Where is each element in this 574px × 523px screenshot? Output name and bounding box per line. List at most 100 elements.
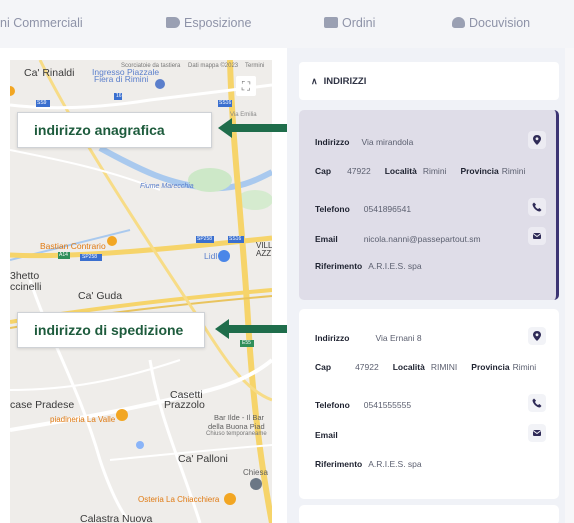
value-riferimento: A.R.I.E.S. spa (368, 261, 422, 271)
label-telefono: Telefono (315, 204, 350, 214)
tag-icon (166, 17, 180, 28)
value-provincia: Rimini (501, 166, 526, 176)
map-place-label: Ca' Rinaldi (24, 67, 75, 79)
row-cap-localita-provincia: Cap 47922 Località RIMINI Provincia Rimini (315, 362, 536, 372)
value-provincia: Rimini (512, 362, 537, 372)
email-button[interactable] (528, 424, 546, 442)
call-button[interactable] (528, 198, 546, 216)
tab-label: Ordini (342, 16, 376, 30)
map-place-label: della Buona Piad (208, 422, 265, 431)
map-place-label: Ca' Guda (78, 290, 123, 302)
map-place-label: Fiera di Rimini (94, 74, 149, 84)
value-localita: RIMINI (430, 362, 458, 372)
row-indirizzo: Indirizzo Via mirandola (315, 137, 413, 147)
tab-ordini[interactable]: Ordini (324, 16, 375, 30)
arrow-left-icon (215, 319, 293, 339)
map-place-label: Bastian Contrario (40, 241, 106, 251)
label-cap: Cap (315, 166, 332, 176)
label-localita: Località (384, 166, 417, 176)
label-provincia: Provincia (460, 166, 499, 176)
label-cap: Cap (315, 362, 332, 372)
road-label: 16 (116, 93, 122, 99)
row-riferimento: Riferimento A.R.I.E.S. spa (315, 261, 422, 271)
label-localita: Località (392, 362, 425, 372)
value-email: nicola.nanni@passepartout.sm (363, 234, 481, 244)
map-place-label: Fiume Marecchia (140, 183, 194, 190)
value-riferimento: A.R.I.E.S. spa (368, 459, 422, 469)
map-place-label: ccinelli (10, 281, 42, 293)
tab-label: ni Commerciali (0, 16, 83, 30)
map-place-label: AZZ (256, 249, 272, 258)
address-card-next[interactable] (299, 505, 559, 523)
value-indirizzo: Via mirandola (361, 137, 414, 147)
road-label: E55 (242, 340, 251, 346)
section-header-indirizzi[interactable]: ∧ INDIRIZZI (299, 62, 559, 100)
road-label: SS16 (219, 100, 232, 106)
value-cap: 47922 (355, 362, 379, 372)
callout-indirizzo-spedizione: indirizzo di spedizione (17, 312, 205, 348)
address-card-anagrafica[interactable]: Indirizzo Via mirandola Cap 47922 Località R… (299, 110, 559, 300)
phone-icon (532, 202, 542, 212)
location-pin-icon (533, 135, 541, 145)
order-edit-icon (324, 17, 338, 28)
email-button[interactable] (528, 227, 546, 245)
label-telefono: Telefono (315, 400, 350, 410)
road-label: SS16 (229, 236, 242, 242)
map-place-label: piadineria La Valle (50, 415, 116, 424)
envelope-icon (532, 430, 542, 436)
call-button[interactable] (528, 394, 546, 412)
value-indirizzo: Via Ernani 8 (375, 333, 422, 343)
label-email: Email (315, 430, 338, 440)
road-label: A14 (59, 252, 68, 258)
row-email: Email nicola.nanni@passepartout.sm (315, 234, 481, 244)
callout-indirizzo-anagrafica: indirizzo anagrafica (17, 112, 212, 148)
value-cap: 47922 (347, 166, 371, 176)
scrollbar[interactable] (565, 48, 574, 523)
arrow-left-icon (218, 118, 296, 138)
map-place-label: Bar Ilde - Il Bar (214, 413, 265, 422)
cloud-upload-icon (452, 17, 465, 28)
map-fullscreen-button[interactable]: ⛶ (236, 76, 256, 96)
label-email: Email (315, 234, 338, 244)
row-email: Email (315, 430, 364, 440)
row-telefono: Telefono 0541555555 (315, 400, 411, 410)
map-place-label: Prazzolo (164, 399, 205, 411)
location-pin-button[interactable] (528, 327, 546, 345)
label-indirizzo: Indirizzo (315, 333, 350, 343)
label-riferimento: Riferimento (315, 261, 363, 271)
value-localita: Rimini (422, 166, 447, 176)
map-attribution-terms[interactable]: Termini (245, 63, 264, 69)
section-title: INDIRIZZI (323, 76, 367, 87)
value-telefono: 0541555555 (363, 400, 412, 410)
label-riferimento: Riferimento (315, 459, 363, 469)
map-place-label: case Pradese (10, 399, 75, 411)
map-place-label: Ca' Palloni (178, 453, 228, 465)
location-pin-button[interactable] (528, 131, 546, 149)
value-telefono: 0541896541 (363, 204, 412, 214)
row-cap-localita-provincia: Cap 47922 Località Rimini Provincia Rimini (315, 166, 525, 176)
row-indirizzo: Indirizzo Via Ernani 8 (315, 333, 422, 343)
map-place-label: Chiuso temporaneame (206, 431, 267, 437)
road-label: SS9 (37, 100, 47, 106)
map-place-label: Calastra Nuova (80, 513, 153, 523)
tab-condizioni-commerciali[interactable]: ni Commerciali (0, 16, 83, 30)
map-place-label: Osteria La Chiacchiera (138, 495, 220, 504)
top-tab-bar: ni Commerciali Esposizione Ordini Docuvi… (0, 0, 574, 48)
envelope-icon (532, 233, 542, 239)
label-indirizzo: Indirizzo (315, 137, 350, 147)
address-card-spedizione[interactable]: Indirizzo Via Ernani 8 Cap 47922 Località RI… (299, 309, 559, 499)
location-pin-icon (533, 331, 541, 341)
row-telefono: Telefono 0541896541 (315, 204, 411, 214)
row-riferimento: Riferimento A.R.I.E.S. spa (315, 459, 422, 469)
tab-docuvision[interactable]: Docuvision (452, 16, 530, 30)
road-label: SP258 (82, 254, 98, 260)
chevron-up-icon: ∧ (311, 76, 318, 86)
tab-esposizione[interactable]: Esposizione (166, 16, 251, 30)
tab-label: Esposizione (184, 16, 252, 30)
tab-label: Docuvision (469, 16, 531, 30)
road-label: SP258 (197, 236, 213, 242)
map-place-label: Lidl (204, 251, 218, 261)
map-place-label: Chiesa (243, 468, 268, 477)
map-attribution-data: Dati mappa ©2023 (188, 63, 239, 69)
phone-icon (532, 398, 542, 408)
